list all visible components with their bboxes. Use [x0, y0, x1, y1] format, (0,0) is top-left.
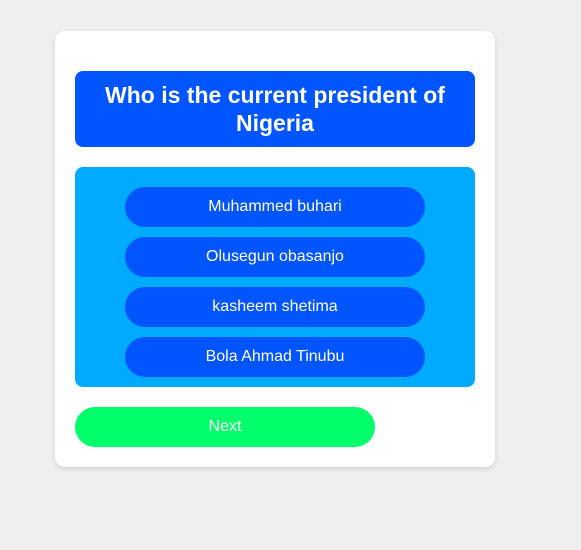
- answer-options-panel: Muhammed buhari Olusegun obasanjo kashee…: [75, 167, 475, 387]
- answer-option-button[interactable]: kasheem shetima: [125, 287, 425, 327]
- answer-option-button[interactable]: Bola Ahmad Tinubu: [125, 337, 425, 377]
- next-button[interactable]: Next: [75, 407, 375, 447]
- quiz-card: Who is the current president of Nigeria …: [55, 31, 495, 467]
- answer-option-button[interactable]: Olusegun obasanjo: [125, 237, 425, 277]
- answer-option-button[interactable]: Muhammed buhari: [125, 187, 425, 227]
- question-box: Who is the current president of Nigeria: [75, 71, 475, 147]
- question-text: Who is the current president of Nigeria: [105, 82, 445, 136]
